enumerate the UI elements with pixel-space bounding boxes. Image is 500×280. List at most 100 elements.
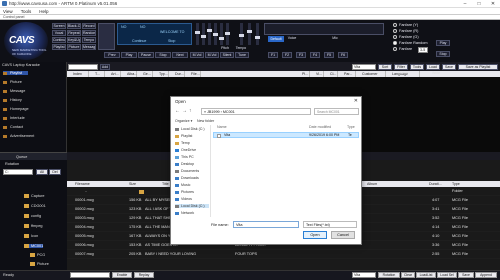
playlist-item-playlist[interactable]: Playlist — [3, 71, 29, 75]
f2-button[interactable]: F2 — [282, 52, 292, 58]
col-date-modified[interactable]: Date modified — [309, 125, 331, 129]
f5-button[interactable]: F5 — [324, 52, 334, 58]
nav-network[interactable]: Network — [175, 211, 194, 215]
menu-view[interactable]: View — [3, 8, 13, 14]
nav-videos[interactable]: Videos — [175, 197, 192, 201]
rotation-button[interactable]: Rotation — [378, 272, 400, 278]
nav-playlist[interactable]: Playlist — [175, 134, 192, 138]
nav-desktop[interactable]: Desktop — [175, 162, 194, 166]
folder-cdg001[interactable]: CDG001 — [24, 204, 46, 208]
tempo-button[interactable]: Tempo — [82, 37, 96, 43]
fader-9[interactable] — [255, 23, 260, 45]
fader-3[interactable] — [207, 23, 212, 45]
loadlist-button[interactable]: LoadList — [416, 272, 436, 278]
nav-pictures[interactable]: Pictures — [175, 190, 194, 194]
minimize-button[interactable]: – — [458, 0, 472, 8]
playlist-item-contact[interactable]: Contact — [3, 125, 23, 129]
screen-button[interactable]: Screen — [52, 23, 66, 29]
all-button[interactable]: All — [36, 169, 48, 175]
close-button[interactable]: ✕ — [486, 0, 500, 8]
fanfare-stop-button[interactable]: Stop — [436, 51, 450, 57]
col-name[interactable]: Name — [217, 125, 227, 129]
fanfare-radio[interactable]: Fanfare — [393, 47, 412, 51]
nav-local-disk[interactable]: Local Disk (C:) — [175, 127, 205, 131]
dialog-search-input[interactable]: Search MC001 — [314, 108, 359, 115]
nav-downloads[interactable]: Downloads — [175, 176, 199, 180]
key-up-button[interactable]: Key&Up — [67, 37, 81, 43]
fanfare-y-radio[interactable]: Fanfare (Y) — [393, 23, 418, 27]
dialog-file-row[interactable]: Vita 9/26/2019 6:00 PM Te — [213, 132, 359, 138]
up-arrow-icon[interactable]: ↑ — [189, 108, 192, 114]
fanfare-r-radio[interactable]: Fanfare (R) — [393, 29, 418, 33]
random-button[interactable]: Random — [82, 30, 96, 36]
playlist-item-homepage[interactable]: Homepage — [3, 107, 29, 111]
folder-mc001[interactable]: MC001 — [24, 244, 44, 248]
dialog-close-icon[interactable]: ✕ — [354, 98, 358, 104]
organize-menu[interactable]: Organize ▾ — [175, 119, 192, 123]
record-button[interactable]: Record — [82, 23, 96, 29]
rotation-input[interactable] — [70, 272, 110, 278]
clear-button[interactable]: Clear — [401, 272, 415, 278]
del-button[interactable]: Del — [49, 169, 61, 175]
fader-4[interactable] — [213, 23, 218, 45]
fader-6[interactable] — [225, 23, 230, 45]
menu-help[interactable]: Help — [39, 8, 48, 14]
fanfare-random-radio[interactable]: Fanfare Random — [393, 41, 428, 45]
repeat-button[interactable]: Repeat — [67, 30, 81, 36]
file-row[interactable]: 00007.mcg 205 KB BABY I NEED YOUR LOVING FO… — [67, 250, 500, 259]
playlist-item-picture[interactable]: Picture — [3, 80, 22, 84]
filename-input[interactable]: Vita — [233, 221, 299, 228]
enable-button[interactable]: Enable — [112, 272, 132, 278]
voice-select[interactable]: Default — [268, 36, 284, 42]
back-arrow-icon[interactable]: ← — [175, 108, 180, 114]
continue-button[interactable]: Continue — [52, 37, 66, 43]
folder-picture[interactable]: Picture — [30, 262, 49, 266]
playlist-item-message[interactable]: Message — [3, 89, 25, 93]
playlist-item-history[interactable]: History — [3, 98, 22, 102]
fader-7[interactable] — [239, 23, 244, 45]
tune-toggle[interactable]: Tune — [235, 52, 249, 58]
bottom-dropdown[interactable]: Vita — [352, 272, 376, 278]
playlist-button[interactable]: Playlist — [52, 44, 66, 50]
queue-tab[interactable]: Queue — [0, 152, 67, 160]
master-vol-1[interactable]: M.Vol — [190, 52, 204, 58]
f4-button[interactable]: F4 — [310, 52, 320, 58]
add-button[interactable]: Add — [100, 64, 110, 70]
fader-5[interactable] — [219, 23, 224, 45]
nav-local-disk-selected[interactable]: Local Disk (C:) — [175, 204, 209, 208]
folder-config[interactable]: config — [24, 214, 41, 218]
prev-button[interactable]: Prev — [104, 52, 120, 58]
folder-icon[interactable]: Icon — [24, 234, 38, 238]
nav-music[interactable]: Music — [175, 183, 190, 187]
play-button[interactable]: Play — [121, 52, 137, 58]
next-button[interactable]: Next — [172, 52, 188, 58]
folder-ffmpeg[interactable]: ffmpeg — [24, 224, 43, 228]
load-sel-button[interactable]: Load Sel — [437, 272, 457, 278]
filter-button[interactable]: Filter — [394, 64, 408, 70]
stop-button[interactable]: Stop — [155, 52, 171, 58]
cancel-button[interactable]: Cancel — [331, 231, 355, 239]
tools-button[interactable]: Tools — [410, 64, 424, 70]
playlist-item-interlude[interactable]: Interlude — [3, 116, 25, 120]
save-button[interactable]: Save — [442, 64, 456, 70]
vocal-button[interactable]: Vocal — [52, 30, 66, 36]
fanfare-g-radio[interactable]: Fanfare (G) — [393, 35, 419, 39]
open-button[interactable]: Open — [303, 231, 327, 239]
fanfare-play-button[interactable]: Play — [436, 40, 450, 46]
nav-onedrive[interactable]: OneDrive — [175, 148, 196, 152]
f3-button[interactable]: F3 — [296, 52, 306, 58]
f1-button[interactable]: F1 — [268, 52, 278, 58]
new-folder-button[interactable]: New folder — [197, 119, 214, 123]
append-button[interactable]: Append — [475, 272, 497, 278]
save-as-playlist-button[interactable]: Save as Playlist — [458, 64, 498, 70]
song-search-input[interactable] — [68, 64, 98, 70]
song-dropdown[interactable]: Vita — [352, 64, 376, 70]
fader-2[interactable] — [201, 23, 206, 45]
load-button[interactable]: Load — [426, 64, 440, 70]
f6-button[interactable]: F6 — [338, 52, 348, 58]
replay-button[interactable]: Replay — [134, 272, 154, 278]
sort-button[interactable]: Sort — [378, 64, 392, 70]
address-bar[interactable]: » JB1999 › MC001 — [201, 108, 311, 115]
bottom-save-button[interactable]: Save — [458, 272, 474, 278]
folder-pcg[interactable]: PCG — [30, 253, 45, 257]
